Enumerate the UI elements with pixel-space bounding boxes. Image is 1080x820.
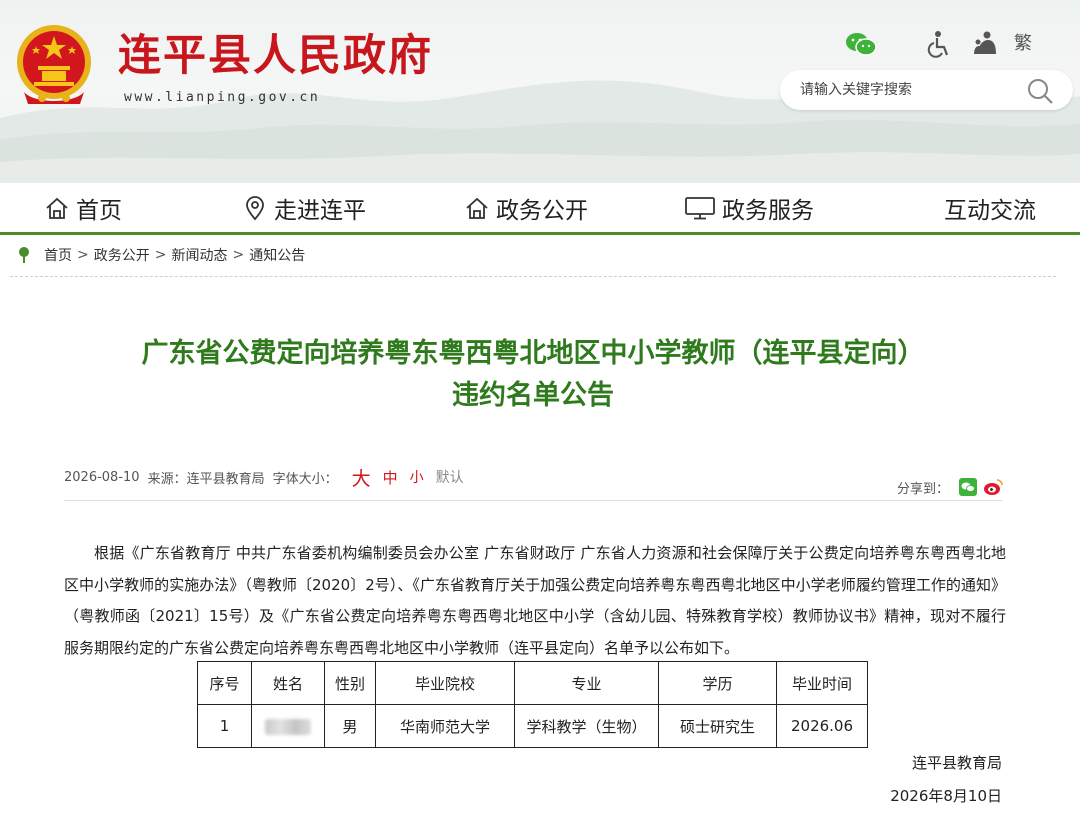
nav-item-home[interactable]: 首页 (44, 183, 122, 232)
share-bar: 分享到： (897, 476, 1009, 498)
signature-date: 2026年8月10日 (890, 787, 1002, 805)
breadcrumb-separator: > (232, 247, 245, 263)
nav-item-about-lianping[interactable]: 走进连平 (242, 183, 366, 232)
font-size-large-button[interactable]: 大 (352, 464, 371, 491)
nav-label: 政务服务 (722, 197, 814, 224)
table-header-row: 序号 姓名 性别 毕业院校 专业 学历 毕业时间 (197, 661, 868, 705)
article-title: 广东省公费定向培养粤东粤西粤北地区中小学教师（连平县定向） 违约名单公告 (30, 333, 1036, 417)
font-size-medium-button[interactable]: 中 (383, 467, 398, 488)
wechat-share-icon[interactable] (959, 478, 978, 496)
location-icon (246, 195, 264, 220)
nav-item-government-affairs[interactable]: 政务公开 (464, 183, 588, 232)
table-header: 专业 (514, 661, 659, 705)
cell-graduation-time: 2026.06 (776, 704, 868, 748)
location-pin-icon (19, 247, 29, 263)
source-label: 来源： (147, 471, 187, 487)
monitor-icon (685, 196, 715, 219)
national-emblem-logo (17, 25, 91, 104)
weibo-share-icon[interactable] (983, 478, 1003, 496)
signature-organization: 连平县教育局 (911, 754, 1002, 772)
wechat-icon[interactable] (844, 30, 878, 58)
share-label: 分享到： (897, 481, 950, 497)
site-title[interactable]: 连平县人民政府 (118, 30, 433, 82)
main-nav: 首页 走进连平 政务公开 政务服务 互动交流 (0, 183, 1080, 232)
table-header: 学历 (658, 661, 777, 705)
font-size-default-button[interactable]: 默认 (436, 467, 464, 487)
breadcrumb: 首页 > 政务公开 > 新闻动态 > 通知公告 (18, 244, 305, 266)
font-size-label: 字体大小： (272, 471, 338, 487)
breadcrumb-news[interactable]: 新闻动态 (171, 245, 227, 265)
breadcrumb-separator: > (154, 247, 167, 263)
breadcrumb-home[interactable]: 首页 (44, 245, 72, 265)
article-body: 根据《广东省教育厅 中共广东省委机构编制委员会办公室 广东省财政厅 广东省人力资… (64, 544, 1006, 657)
redacted-name (265, 718, 311, 735)
cell-major: 学科教学（生物） (514, 704, 659, 748)
cell-name-redacted (251, 704, 325, 748)
nav-underline (0, 232, 1080, 235)
traditional-chinese-link[interactable]: 繁 (1014, 30, 1032, 58)
meta-divider (64, 500, 1002, 501)
cell-school: 华南师范大学 (375, 704, 515, 748)
nav-label: 互动交流 (944, 197, 1036, 224)
cell-gender: 男 (324, 704, 376, 748)
table-header: 毕业时间 (776, 661, 868, 705)
home-icon (46, 197, 68, 219)
elder-care-icon[interactable] (972, 30, 998, 58)
nav-label: 首页 (76, 197, 122, 224)
search-input[interactable] (800, 78, 1030, 102)
accessibility-icon[interactable] (926, 30, 952, 58)
table-header: 性别 (324, 661, 376, 705)
site-url: www.lianping.gov.cn (124, 90, 321, 105)
violation-list-table: 序号 姓名 性别 毕业院校 专业 学历 毕业时间 1 男 华南师范大学 学科教学… (197, 661, 868, 748)
nav-item-government-services[interactable]: 政务服务 (684, 183, 814, 232)
table-header: 姓名 (251, 661, 325, 705)
publish-date: 2026-08-10 (64, 469, 140, 485)
article-title-line-1: 广东省公费定向培养粤东粤西粤北地区中小学教师（连平县定向） (141, 338, 925, 369)
cell-degree: 硕士研究生 (658, 704, 777, 748)
source-value: 连平县教育局 (186, 471, 265, 487)
nav-item-interaction[interactable]: 互动交流 (944, 183, 1036, 232)
nav-label: 走进连平 (274, 197, 366, 224)
nav-label: 政务公开 (496, 197, 588, 224)
site-header: 连平县人民政府 www.lianping.gov.cn 繁 (0, 0, 1080, 183)
breadcrumb-notices[interactable]: 通知公告 (249, 245, 305, 265)
table-header: 毕业院校 (375, 661, 515, 705)
font-size-small-button[interactable]: 小 (410, 467, 424, 487)
table-row: 1 男 华南师范大学 学科教学（生物） 硕士研究生 2026.06 (197, 704, 868, 748)
breadcrumb-separator: > (77, 247, 89, 263)
table-header: 序号 (197, 661, 252, 705)
cell-serial-number: 1 (197, 704, 252, 748)
breadcrumb-government-affairs[interactable]: 政务公开 (94, 245, 150, 265)
breadcrumb-divider (10, 276, 1056, 277)
article-title-line-2: 违约名单公告 (452, 380, 614, 411)
search-icon[interactable] (1025, 76, 1055, 106)
home-icon (466, 197, 488, 219)
article-meta: 2026-08-10 来源： 连平县教育局 字体大小： 大 中 小 默认 (64, 464, 472, 491)
